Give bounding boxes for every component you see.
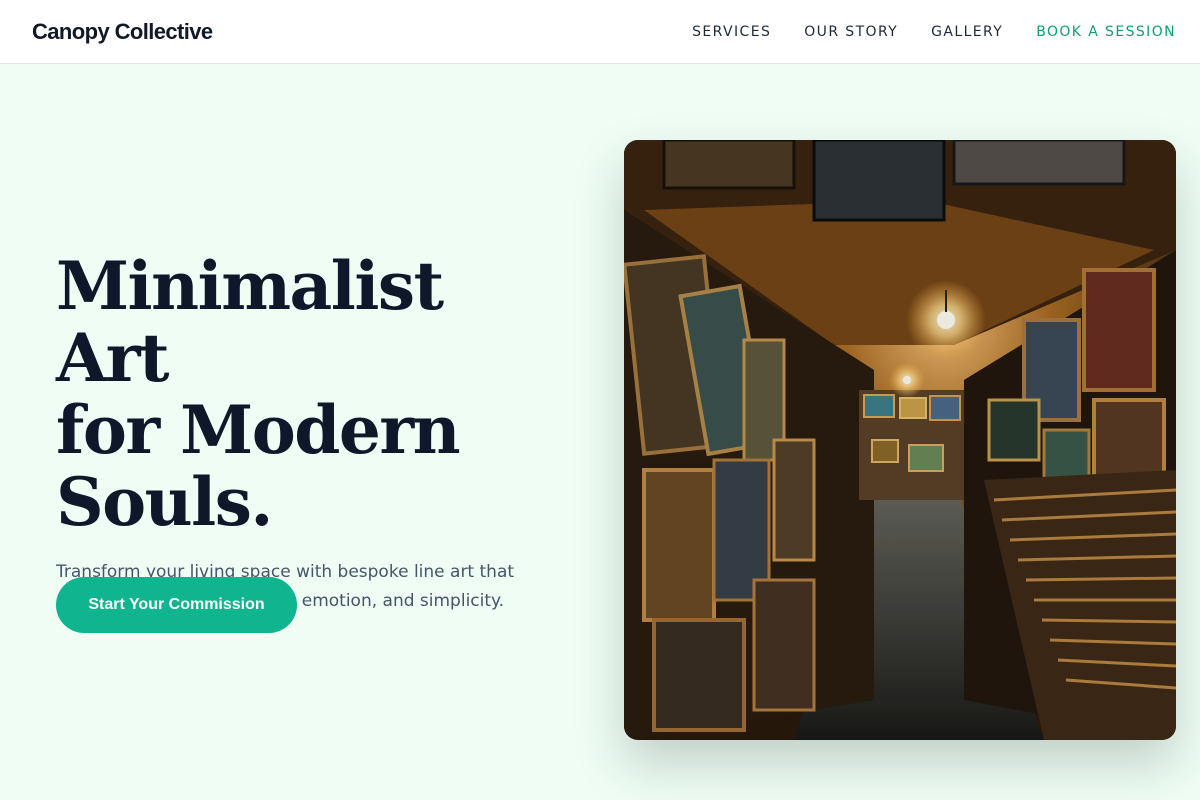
brand-logo[interactable]: Canopy Collective bbox=[32, 19, 213, 45]
main-nav: SERVICES OUR STORY GALLERY BOOK A SESSIO… bbox=[692, 24, 1176, 40]
nav-link-our-story[interactable]: OUR STORY bbox=[804, 24, 898, 40]
nav-link-services[interactable]: SERVICES bbox=[692, 24, 771, 40]
nav-link-gallery[interactable]: GALLERY bbox=[931, 24, 1003, 40]
headline-line-2: for Modern bbox=[56, 391, 461, 469]
hero-text: Minimalist Art for Modern Souls. Transfo… bbox=[56, 250, 576, 616]
gallery-photo bbox=[624, 140, 1176, 740]
headline-line-1: Minimalist Art bbox=[56, 247, 444, 397]
hero-headline: Minimalist Art for Modern Souls. bbox=[56, 250, 576, 538]
headline-line-3: Souls. bbox=[56, 463, 273, 541]
start-commission-button[interactable]: Start Your Commission bbox=[56, 577, 297, 633]
nav-link-book-a-session[interactable]: BOOK A SESSION bbox=[1036, 24, 1176, 40]
top-navigation-bar: Canopy Collective SERVICES OUR STORY GAL… bbox=[0, 0, 1200, 64]
